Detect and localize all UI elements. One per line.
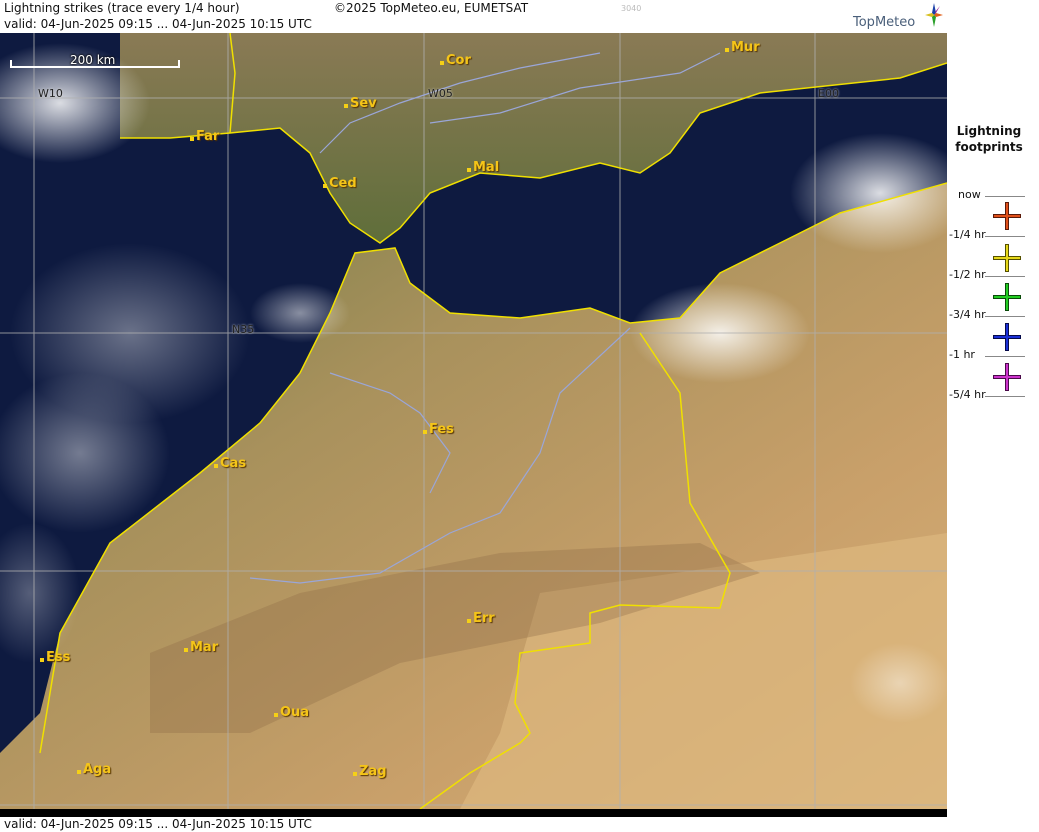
lightning-cross-icon xyxy=(993,323,1021,351)
legend-label-five-quarter: -5/4 hr xyxy=(949,388,986,401)
city-label: Mur xyxy=(731,40,760,55)
grid-label-n35: N35 xyxy=(232,323,255,336)
header: Lightning strikes (trace every 1/4 hour)… xyxy=(0,0,947,32)
city-label: Mal xyxy=(473,160,500,175)
legend-title-line1: Lightning xyxy=(956,124,1022,138)
lightning-cross-icon xyxy=(993,283,1021,311)
grid-label-w05: W05 xyxy=(428,87,453,100)
city-label: Ced xyxy=(329,176,357,191)
legend-title: Lightning footprints xyxy=(947,123,1031,155)
city-label: Mar xyxy=(190,640,219,655)
compass-star-icon xyxy=(925,3,943,27)
legend-title-line2: footprints xyxy=(955,140,1023,154)
footer-bar: valid: 04-Jun-2025 09:15 ... 04-Jun-2025… xyxy=(0,809,947,832)
legend-label-quarter: -1/4 hr xyxy=(949,228,986,241)
product-code: 3040 xyxy=(621,4,642,13)
scale-bar: 200 km xyxy=(10,53,180,69)
copyright-credit: ©2025 TopMeteo.eu, EUMETSAT xyxy=(334,1,529,15)
legend-label-three-quarter: -3/4 hr xyxy=(949,308,986,321)
map-canvas xyxy=(0,33,947,809)
city-label: Zag xyxy=(359,764,387,779)
city-label: Aga xyxy=(83,762,112,777)
city-label: Oua xyxy=(280,705,310,720)
legend-label-half: -1/2 hr xyxy=(949,268,986,281)
city-label: Sev xyxy=(350,96,377,111)
scale-label: 200 km xyxy=(70,53,116,67)
map-title: Lightning strikes (trace every 1/4 hour) xyxy=(4,1,240,15)
legend-panel: Lightning footprints now -1/4 hr -1/2 hr… xyxy=(947,0,1039,832)
city-label: Far xyxy=(196,129,220,144)
brand-name[interactable]: TopMeteo xyxy=(853,15,915,30)
legend-label-now: now xyxy=(958,188,981,201)
grid-label-w10: W10 xyxy=(38,87,63,100)
valid-time: valid: 04-Jun-2025 09:15 ... 04-Jun-2025… xyxy=(4,17,312,31)
city-label: Cas xyxy=(220,456,247,471)
footer-valid-time: valid: 04-Jun-2025 09:15 ... 04-Jun-2025… xyxy=(0,817,947,832)
satellite-map[interactable]: 200 km W10 W05 E00 N35 Cor Mur Sev Far C… xyxy=(0,33,947,809)
legend-label-one-hour: -1 hr xyxy=(949,348,975,361)
city-label: Cor xyxy=(446,53,471,68)
lightning-cross-icon xyxy=(993,363,1021,391)
city-label: Ess xyxy=(46,650,71,665)
city-label: Fes xyxy=(429,422,454,437)
grid-label-e00: E00 xyxy=(818,87,839,100)
city-label: Err xyxy=(473,611,495,626)
lightning-cross-icon xyxy=(993,244,1021,272)
lightning-cross-icon xyxy=(993,202,1021,230)
